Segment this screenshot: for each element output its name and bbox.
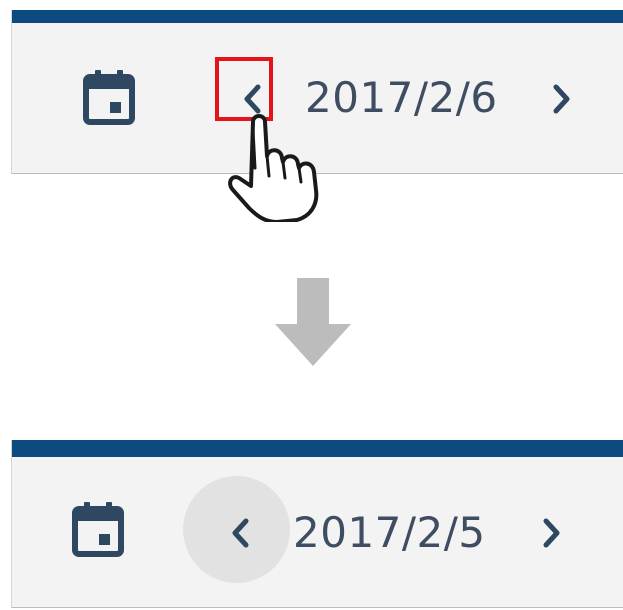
down-arrow-icon [275,278,351,366]
calendar-icon[interactable] [82,70,136,126]
date-navigator-after: 2017/2/5 [11,440,623,608]
hand-pointer-icon [228,114,319,222]
date-label[interactable]: 2017/2/5 [293,508,486,558]
next-day-button[interactable] [546,79,576,119]
previous-day-button[interactable] [226,513,256,553]
header-accent-bar [12,440,623,457]
next-day-button[interactable] [536,513,566,553]
header-accent-bar [12,10,623,23]
calendar-icon[interactable] [71,502,125,558]
